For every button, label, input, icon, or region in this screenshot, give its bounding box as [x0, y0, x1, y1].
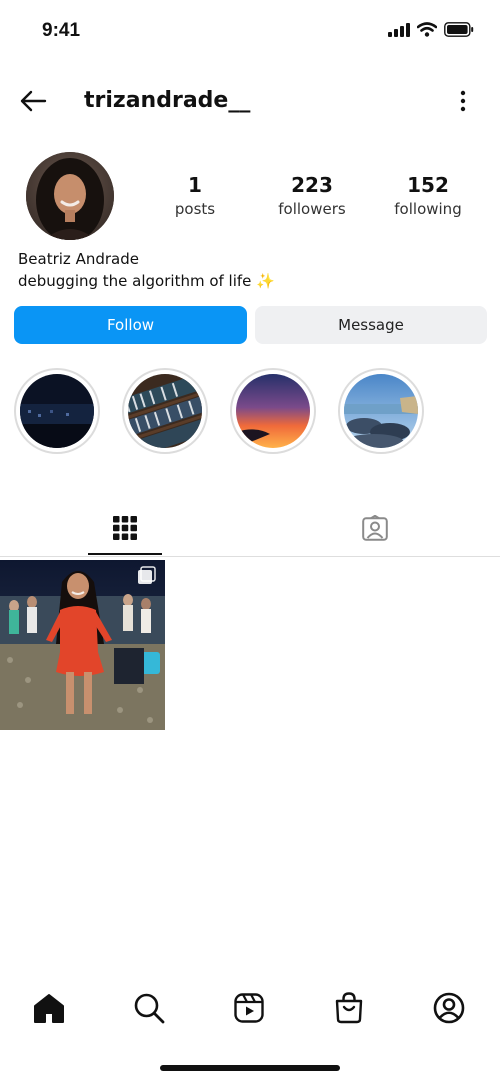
nav-search[interactable]	[129, 988, 169, 1028]
profile-tabs	[0, 500, 500, 557]
signal-icon	[388, 22, 410, 37]
follow-button[interactable]: Follow	[14, 306, 247, 344]
nav-shop[interactable]	[329, 988, 369, 1028]
search-icon	[134, 993, 165, 1024]
post-thumbnail[interactable]	[0, 560, 165, 730]
profile-full-name: Beatriz Andrade	[18, 250, 139, 268]
tab-grid[interactable]	[88, 510, 162, 546]
status-time: 9:41	[42, 20, 81, 41]
profile-icon	[433, 992, 465, 1024]
profile-bio: debugging the algorithm of life ✨	[18, 272, 275, 290]
followers-stat[interactable]: 223 followers	[262, 172, 362, 220]
highlight-bookshelf[interactable]	[122, 368, 208, 454]
nav-profile[interactable]	[429, 988, 469, 1028]
profile-username: trizandrade__	[84, 88, 251, 113]
highlight-sunset[interactable]	[230, 368, 316, 454]
battery-icon	[444, 22, 474, 37]
highlight-night-city[interactable]	[14, 368, 100, 454]
active-tab-indicator	[88, 553, 162, 555]
tagged-icon	[362, 515, 388, 541]
message-button[interactable]: Message	[255, 306, 487, 344]
posts-stat: 1 posts	[150, 172, 240, 220]
back-button[interactable]	[18, 86, 48, 116]
wifi-icon	[417, 22, 437, 37]
grid-icon	[113, 516, 137, 540]
following-stat[interactable]: 152 following	[380, 172, 476, 220]
posts-count: 1	[188, 173, 202, 197]
followers-count: 223	[291, 173, 333, 197]
profile-avatar[interactable]	[26, 152, 114, 240]
highlight-coast[interactable]	[338, 368, 424, 454]
followers-label: followers	[278, 200, 346, 218]
reels-icon	[234, 993, 264, 1023]
bottom-navigation	[0, 984, 500, 1030]
posts-label: posts	[174, 200, 216, 218]
home-indicator	[160, 1065, 340, 1071]
nav-reels[interactable]	[229, 988, 269, 1028]
nav-home[interactable]	[29, 988, 69, 1028]
more-options-button[interactable]	[448, 86, 478, 116]
following-count: 152	[407, 173, 449, 197]
profile-header: trizandrade__	[0, 78, 500, 124]
more-vertical-icon	[460, 90, 466, 112]
following-label: following	[394, 200, 462, 218]
shop-icon	[335, 992, 363, 1024]
home-icon	[34, 994, 64, 1023]
tab-tagged[interactable]	[338, 510, 412, 546]
back-arrow-icon	[20, 90, 47, 112]
status-icons	[388, 22, 474, 37]
status-bar: 9:41	[0, 0, 500, 64]
